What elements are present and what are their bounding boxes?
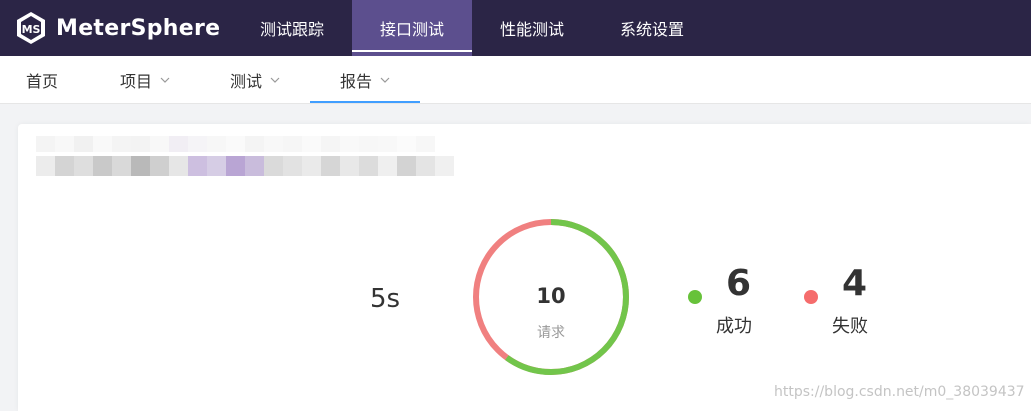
tab-api-test[interactable]: 接口测试 xyxy=(352,0,472,56)
redacted-report-subtitle xyxy=(36,136,435,152)
metersphere-logo-icon: MS xyxy=(17,12,45,44)
subnav-test-label: 测试 xyxy=(229,71,262,91)
top-nav-tabs: 测试跟踪 接口测试 性能测试 系统设置 xyxy=(232,0,712,56)
subnav-project-label: 项目 xyxy=(119,71,152,91)
svg-text:MS: MS xyxy=(22,23,41,36)
tab-performance-test[interactable]: 性能测试 xyxy=(472,0,592,56)
subnav-home-label: 首页 xyxy=(25,71,58,91)
report-card: 5s 10 请求 6 成功 4 失败 xyxy=(18,124,1031,411)
subnav-project[interactable]: 项目 xyxy=(90,56,200,103)
tab-system-settings[interactable]: 系统设置 xyxy=(592,0,712,56)
app-name: MeterSphere xyxy=(56,15,221,41)
sub-navbar: 首页 项目 测试 报告 xyxy=(0,56,1031,104)
logo[interactable]: MS MeterSphere xyxy=(0,0,232,56)
redacted-report-title xyxy=(36,156,454,176)
fail-dot-icon xyxy=(804,290,818,304)
fail-count: 4 xyxy=(842,263,868,304)
request-label: 请求 xyxy=(537,325,565,341)
chevron-down-icon xyxy=(380,77,390,83)
report-duration: 5s xyxy=(370,284,401,314)
success-label: 成功 xyxy=(716,316,752,337)
subnav-report-label: 报告 xyxy=(339,71,372,91)
subnav-test[interactable]: 测试 xyxy=(200,56,310,103)
success-count: 6 xyxy=(726,263,752,304)
success-dot-icon xyxy=(688,290,702,304)
subnav-report[interactable]: 报告 xyxy=(310,56,420,103)
tab-test-track[interactable]: 测试跟踪 xyxy=(232,0,352,56)
top-navbar: MS MeterSphere 测试跟踪 接口测试 性能测试 系统设置 xyxy=(0,0,1031,56)
subnav-home[interactable]: 首页 xyxy=(4,56,80,103)
watermark: https://blog.csdn.net/m0_38039437 xyxy=(774,384,1025,400)
request-count: 10 xyxy=(536,284,566,308)
fail-label: 失败 xyxy=(832,316,868,337)
chevron-down-icon xyxy=(270,77,280,83)
chevron-down-icon xyxy=(160,77,170,83)
